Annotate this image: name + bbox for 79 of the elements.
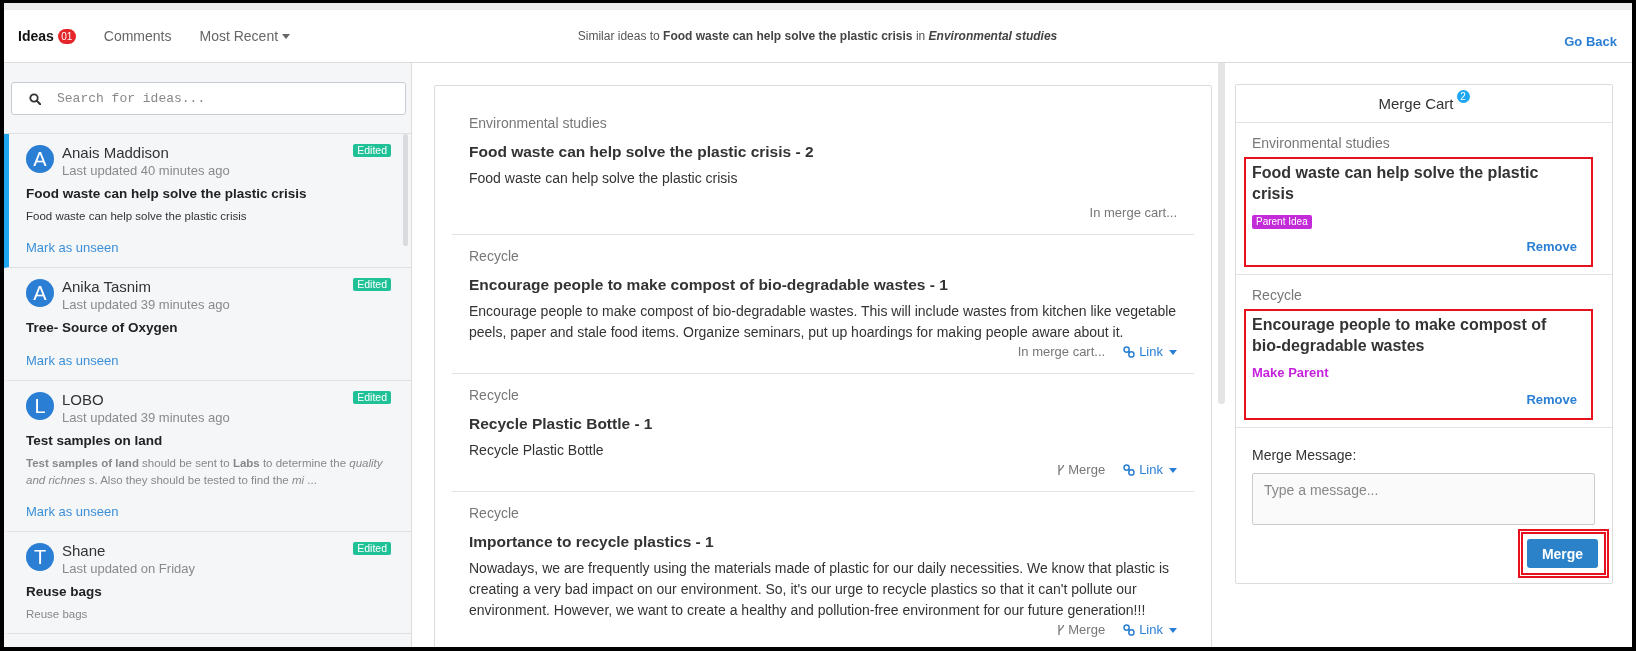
updated-time: Last updated 40 minutes ago <box>62 162 230 179</box>
idea-list-item[interactable]: T Shane Last updated on Friday Edited Reuse bags Reuse bags <box>4 532 411 634</box>
category-label: Recycle <box>469 386 520 405</box>
link-icon <box>1123 624 1136 636</box>
scrollbar[interactable] <box>403 134 408 246</box>
go-back-link[interactable]: Go Back <box>1564 34 1617 49</box>
avatar: A <box>26 279 54 307</box>
link-button[interactable]: Link <box>1123 621 1177 639</box>
cart-status: In merge cart... <box>1089 204 1177 222</box>
link-icon <box>1123 464 1136 476</box>
search-icon <box>29 93 41 105</box>
idea-description: Nowadays, we are frequently using the materials made of plastic for our daily necessities. We know that plastic is creating a very bad impact on our environment. So, it's our urge to recycle plastics so that it can't pollute our environment. However, we want to create a healthy and pollution-free environment for our future generation!!! <box>469 559 1171 620</box>
fork-icon <box>1057 464 1066 476</box>
avatar: T <box>26 543 54 571</box>
updated-time: Last updated on Friday <box>62 560 195 577</box>
category-label: Recycle <box>469 504 520 523</box>
edited-badge: Edited <box>353 391 391 404</box>
idea-description: Encourage people to make compost of bio-degradable wastes. This will include wastes from kitchen like vegetable peels, paper and stale food items. Organize seminars, put up hoardings for making people aware about it. <box>469 302 1177 342</box>
idea-title: Recycle Plastic Bottle - 1 <box>469 414 654 434</box>
caret-icon <box>282 33 291 39</box>
link-button[interactable]: Link <box>1123 343 1177 361</box>
idea-description: Food waste can help solve the plastic crisis <box>26 209 248 224</box>
parent-badge: Parent Idea <box>1252 215 1312 229</box>
category-label: Recycle <box>1252 286 1303 305</box>
avatar: L <box>26 392 54 420</box>
edited-badge: Edited <box>353 278 391 291</box>
author-name: Shane <box>62 542 106 560</box>
link-button[interactable]: Link <box>1123 461 1177 479</box>
idea-description: Reuse bags <box>26 607 89 622</box>
merge-action-button[interactable]: Merge <box>1057 461 1106 479</box>
message-field[interactable]: Type a message... <box>1252 473 1595 525</box>
fork-icon <box>1057 624 1066 636</box>
idea-description: Test samples of land should be sent to Labs to determine the quality and richnes s. Also they should be tested to find the mi ... <box>26 456 384 488</box>
scrollbar[interactable] <box>1218 63 1225 404</box>
idea-title: Reuse bags <box>26 583 103 601</box>
caret-icon <box>1169 627 1177 633</box>
link-icon <box>1123 346 1136 358</box>
idea-title: Food waste can help solve the plastic crisis - 2 <box>469 142 815 162</box>
author-name: Anika Tasnim <box>62 278 151 296</box>
updated-time: Last updated 39 minutes ago <box>62 409 230 426</box>
mark-unseen-link[interactable]: Mark as unseen <box>26 503 119 521</box>
idea-list-item[interactable]: A Anika Tasnim Last updated 39 minutes ago Edited Tree- Source of Oxygen Mark as unseen <box>4 268 411 381</box>
author-name: Anais Maddison <box>62 144 169 162</box>
category-label: Environmental studies <box>1252 134 1391 153</box>
idea-description: Food waste can help solve the plastic crisis <box>469 169 739 188</box>
remove-link[interactable]: Remove <box>1526 238 1577 256</box>
merge-action-button[interactable]: Merge <box>1057 621 1106 639</box>
category-label: Environmental studies <box>469 114 608 133</box>
caret-icon <box>1169 467 1177 473</box>
idea-title: Encourage people to make compost of bio-degradable wastes - 1 <box>469 275 949 295</box>
page-heading: Similar ideas to Food waste can help solve the plastic crisis in Environmental studies <box>577 29 1058 43</box>
edited-badge: Edited <box>353 144 391 157</box>
caret-icon <box>1169 349 1177 355</box>
tab[interactable]: Ideas 01 <box>18 28 76 44</box>
idea-title: Importance to recycle plastics - 1 <box>469 532 715 552</box>
merge-button[interactable]: Merge <box>1527 539 1598 568</box>
idea-title: Food waste can help solve the plastic crisis <box>26 185 308 203</box>
avatar: A <box>26 145 54 173</box>
category-label: Recycle <box>469 247 520 266</box>
sort-dropdown[interactable]: Most Recent <box>199 28 291 44</box>
updated-time: Last updated 39 minutes ago <box>62 296 230 313</box>
idea-title: Test samples on land <box>26 432 164 450</box>
count-badge: 01 <box>57 28 76 44</box>
count-badge: 2 <box>1456 90 1470 103</box>
tab[interactable]: Comments <box>103 28 172 44</box>
mark-unseen-link[interactable]: Mark as unseen <box>26 239 119 257</box>
author-name: LOBO <box>62 391 104 409</box>
panel-title: Merge Cart <box>1378 95 1454 112</box>
idea-title: Tree- Source of Oxygen <box>26 319 179 337</box>
make-parent-link[interactable]: Make Parent <box>1252 364 1329 382</box>
field-label: Merge Message: <box>1252 446 1358 465</box>
idea-title: Encourage people to make compost of bio-degradable wastes <box>1252 315 1548 356</box>
search-field[interactable]: Search for ideas... <box>11 82 406 115</box>
idea-description: Recycle Plastic Bottle <box>469 441 605 460</box>
edited-badge: Edited <box>353 542 391 555</box>
mark-unseen-link[interactable]: Mark as unseen <box>26 352 119 370</box>
remove-link[interactable]: Remove <box>1526 391 1577 409</box>
idea-title: Food waste can help solve the plastic crisis <box>1252 163 1540 204</box>
cart-status: In merge cart... <box>1017 343 1106 361</box>
